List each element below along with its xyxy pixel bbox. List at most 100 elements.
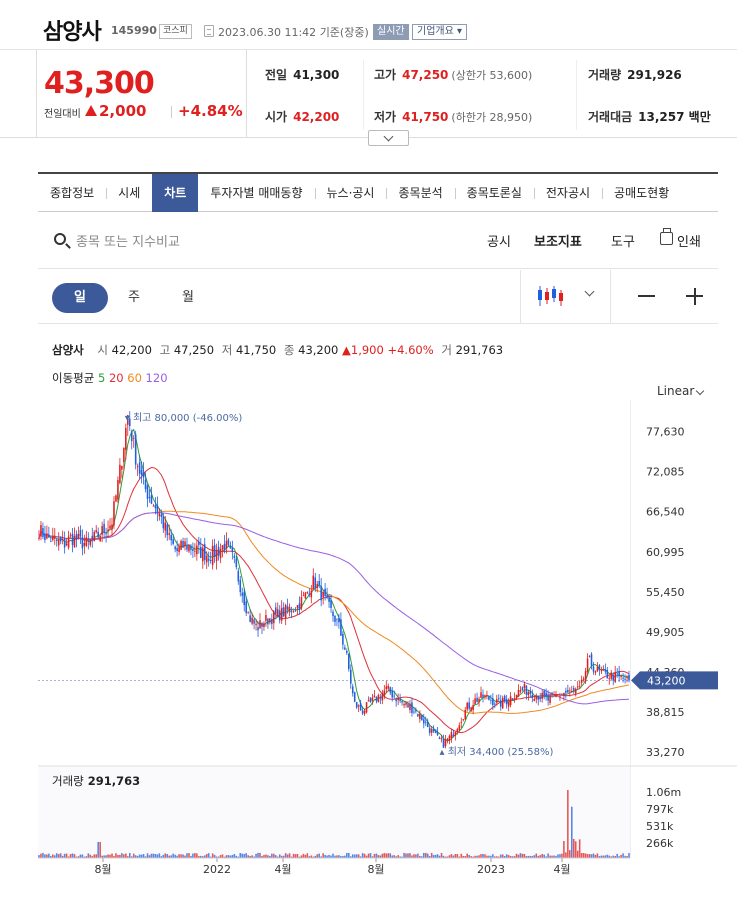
candle-body bbox=[278, 610, 281, 621]
candle-body bbox=[99, 535, 101, 542]
candle-body bbox=[537, 695, 540, 700]
volume-bar bbox=[569, 850, 571, 858]
volume-bar bbox=[353, 854, 356, 858]
volume-bar bbox=[596, 853, 599, 858]
volume-bar bbox=[409, 853, 411, 858]
volume-bar bbox=[381, 853, 384, 858]
candle-body bbox=[134, 434, 137, 465]
chevron-down-icon[interactable] bbox=[695, 386, 705, 396]
candle-body bbox=[73, 535, 76, 548]
candle-body bbox=[136, 466, 139, 468]
ma-legend-item: 60 bbox=[123, 371, 142, 385]
tab-short-selling[interactable]: 공매도현황 bbox=[602, 174, 681, 212]
volume-bar bbox=[565, 852, 567, 858]
candle-body bbox=[312, 575, 315, 590]
search-icon[interactable] bbox=[54, 233, 66, 245]
candle-body bbox=[561, 694, 563, 696]
candle-body bbox=[107, 529, 109, 532]
disclosure-button[interactable]: 공시 bbox=[487, 231, 511, 250]
volume-bar bbox=[241, 853, 244, 858]
volume-bar bbox=[192, 853, 194, 858]
volume-bar bbox=[584, 853, 587, 858]
tab-news[interactable]: 뉴스·공시 bbox=[314, 174, 387, 212]
candle-body bbox=[541, 692, 543, 699]
divider bbox=[520, 270, 521, 324]
y-tick-label: 33,270 bbox=[646, 746, 685, 759]
candle-body bbox=[215, 549, 218, 562]
volume-bar bbox=[499, 854, 502, 858]
candle-body bbox=[395, 699, 397, 702]
volume-bar bbox=[79, 854, 82, 858]
candle-body bbox=[391, 690, 394, 698]
change-label: 전일대비 bbox=[44, 109, 81, 120]
y-tick-label: 55,450 bbox=[646, 586, 685, 599]
divider bbox=[171, 106, 172, 118]
candle-body bbox=[121, 465, 123, 470]
indicators-button[interactable]: 보조지표 bbox=[534, 231, 582, 250]
candle-body bbox=[572, 688, 575, 691]
volume-bar bbox=[405, 853, 407, 858]
volume-bar bbox=[73, 854, 76, 858]
zoom-out-icon[interactable] bbox=[638, 295, 655, 297]
volume-bar bbox=[48, 853, 50, 858]
scale-dropdown[interactable]: Linear bbox=[657, 384, 694, 398]
candle-body bbox=[213, 544, 216, 558]
candle-body bbox=[460, 722, 463, 723]
chevron-down-icon[interactable] bbox=[584, 286, 595, 297]
tab-chart[interactable]: 차트 bbox=[152, 174, 199, 212]
period-day-button[interactable]: 일 bbox=[52, 283, 108, 313]
print-button[interactable]: 인쇄 bbox=[677, 231, 701, 250]
candle-body bbox=[513, 698, 516, 700]
candle-body bbox=[65, 543, 68, 546]
candle-body bbox=[351, 686, 354, 694]
expand-toggle-button[interactable] bbox=[368, 130, 409, 146]
realtime-badge[interactable]: 실시간 bbox=[373, 24, 409, 40]
volume-bar bbox=[99, 841, 101, 858]
volume-bar bbox=[97, 841, 99, 858]
tab-overview[interactable]: 종합정보 bbox=[38, 174, 106, 212]
volume-bar bbox=[576, 850, 579, 858]
candlestick-type-icon[interactable] bbox=[536, 284, 564, 308]
candle-body bbox=[203, 544, 206, 561]
volume-bar bbox=[332, 853, 334, 858]
candle-body bbox=[239, 580, 242, 593]
candle-body bbox=[148, 497, 151, 499]
price-chart[interactable]: 77,63072,08566,54060,99555,45049,90544,3… bbox=[0, 400, 737, 890]
volume-bar bbox=[415, 854, 417, 858]
candle-body bbox=[385, 686, 388, 690]
tab-quotes[interactable]: 시세 bbox=[106, 174, 152, 212]
candle-body bbox=[628, 674, 630, 681]
period-week-button[interactable]: 주 bbox=[106, 283, 162, 313]
zoom-in-icon[interactable] bbox=[686, 287, 703, 305]
volume-bar bbox=[450, 854, 453, 858]
candle-body bbox=[326, 594, 328, 598]
company-overview-dropdown[interactable]: 기업개요 ▾ bbox=[412, 24, 468, 40]
candle-body bbox=[393, 695, 395, 697]
stock-header: 삼양사 145990 코스피 2023.06.30 11:42 기준(장중) 실… bbox=[0, 0, 737, 50]
volume-bar bbox=[158, 853, 161, 858]
candle-body bbox=[531, 694, 534, 699]
volume-bar bbox=[156, 854, 159, 858]
tab-analysis[interactable]: 종목분석 bbox=[386, 174, 454, 212]
volume-bar bbox=[316, 854, 319, 858]
tools-button[interactable]: 도구 bbox=[611, 231, 635, 250]
candle-body bbox=[567, 689, 569, 693]
tab-investor-trading[interactable]: 투자자별 매매동향 bbox=[198, 174, 314, 212]
candle-body bbox=[243, 592, 246, 606]
low-cell: 저가 41,750 (하한가 28,950) bbox=[374, 110, 533, 124]
tab-discussion[interactable]: 종목토론실 bbox=[454, 174, 534, 212]
candle-body bbox=[235, 558, 238, 568]
candle-body bbox=[381, 692, 384, 701]
print-icon[interactable] bbox=[660, 228, 673, 245]
plot-border bbox=[630, 400, 631, 858]
tab-disclosure[interactable]: 전자공시 bbox=[533, 174, 602, 212]
candle-body bbox=[551, 692, 553, 694]
candle-body bbox=[209, 559, 212, 561]
volume-bar bbox=[373, 853, 376, 858]
candle-body bbox=[81, 537, 84, 549]
candle-body bbox=[255, 623, 257, 626]
period-month-button[interactable]: 월 bbox=[160, 283, 216, 313]
candle-body bbox=[367, 700, 370, 702]
compare-search-input[interactable]: 종목 또는 지수비교 bbox=[76, 231, 180, 250]
current-price: 43,300 bbox=[44, 66, 155, 101]
